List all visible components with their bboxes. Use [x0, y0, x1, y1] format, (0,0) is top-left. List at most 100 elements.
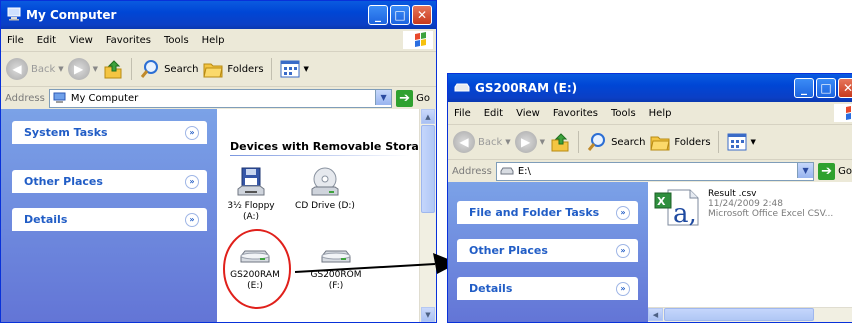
menu-file[interactable]: File — [7, 35, 24, 46]
explorer-body: File and Folder Tasks » Other Places » D… — [448, 182, 852, 322]
chevron-down-icon[interactable]: ▼ — [797, 162, 814, 178]
menu-view[interactable]: View — [516, 108, 540, 119]
task-panel-other-places[interactable]: Other Places » — [457, 239, 638, 262]
chevron-down-icon: ▼ — [505, 138, 511, 146]
scroll-up-button[interactable]: ▲ — [421, 109, 435, 124]
chevron-down-icon: ▼ — [58, 65, 64, 73]
go-button[interactable]: ➔ Go — [818, 162, 852, 180]
chevron-down-icon[interactable]: » — [185, 174, 199, 189]
back-label: Back — [31, 63, 56, 75]
forward-arrow-icon: ▶ — [67, 58, 90, 80]
up-folder-icon — [104, 60, 122, 79]
views-button[interactable]: ▼ — [726, 131, 756, 153]
task-panel-system-tasks[interactable]: System Tasks » — [12, 121, 207, 144]
task-panel-label: File and Folder Tasks — [469, 206, 600, 219]
my-computer-icon — [7, 7, 21, 24]
scroll-thumb[interactable] — [664, 308, 814, 321]
address-bar: Address My Computer ▼ ➔ Go — [1, 87, 436, 110]
maximize-button[interactable]: □ — [816, 78, 836, 98]
chevron-down-icon[interactable]: ▼ — [375, 89, 392, 105]
search-button[interactable]: Search — [586, 131, 645, 153]
drive-letter: (A:) — [242, 212, 260, 222]
task-panel-file-and-folder-tasks[interactable]: File and Folder Tasks » — [457, 201, 638, 224]
forward-button[interactable]: ▶ ▼ — [67, 58, 98, 80]
folders-button[interactable]: Folders — [202, 58, 264, 80]
go-button[interactable]: ➔ Go — [396, 89, 430, 107]
menu-file[interactable]: File — [454, 108, 471, 119]
toolbar: ◀ Back ▼ ▶ ▼ Search Folders ▼ — [448, 125, 852, 160]
my-computer-icon — [53, 92, 66, 103]
back-button[interactable]: ◀ Back ▼ — [453, 131, 511, 153]
back-arrow-icon: ◀ — [6, 58, 28, 80]
file-item-result-csv[interactable]: a, X Result .csv 11/24/2009 2:48 Microso… — [654, 187, 833, 227]
task-panel-details[interactable]: Details » — [457, 277, 638, 300]
menu-help[interactable]: Help — [649, 108, 672, 119]
menu-help[interactable]: Help — [202, 35, 225, 46]
task-pane: System Tasks » Other Places » Details » — [1, 109, 217, 322]
forward-button[interactable]: ▶ ▼ — [514, 131, 546, 153]
drive-cd-d[interactable]: CD Drive (D:) — [289, 167, 361, 212]
menu-bar: File Edit View Favorites Tools Help — [448, 102, 852, 125]
excel-csv-file-icon: a, X — [654, 189, 699, 227]
scroll-down-button[interactable]: ▼ — [421, 307, 435, 322]
task-panel-details[interactable]: Details » — [12, 208, 207, 231]
task-panel-other-places[interactable]: Other Places » — [12, 170, 207, 193]
scroll-thumb[interactable] — [421, 125, 435, 213]
drive-letter: (E:) — [247, 281, 263, 291]
menu-edit[interactable]: Edit — [37, 35, 56, 46]
address-value: E:\ — [517, 165, 531, 177]
drive-label: GS200RAM — [230, 270, 280, 280]
go-arrow-icon: ➔ — [396, 89, 414, 107]
toolbar-separator — [131, 58, 133, 80]
title-bar[interactable]: My Computer _ □ ✕ — [1, 1, 436, 29]
menu-favorites[interactable]: Favorites — [106, 35, 151, 46]
svg-text:a,: a, — [673, 199, 697, 227]
minimize-button[interactable]: _ — [368, 5, 388, 25]
toolbar-separator — [717, 131, 719, 153]
chevron-down-icon[interactable]: » — [185, 125, 199, 140]
minimize-button[interactable]: _ — [794, 78, 814, 98]
menu-tools[interactable]: Tools — [164, 35, 189, 46]
menu-bar: File Edit View Favorites Tools Help — [1, 29, 436, 52]
chevron-down-icon[interactable]: » — [616, 205, 630, 220]
views-button[interactable]: ▼ — [279, 58, 309, 80]
search-icon — [140, 60, 159, 78]
scroll-left-button[interactable]: ◀ — [648, 308, 663, 321]
back-label: Back — [478, 136, 503, 148]
views-icon — [280, 60, 300, 78]
menu-view[interactable]: View — [69, 35, 93, 46]
chevron-down-icon[interactable]: » — [616, 281, 630, 296]
menu-edit[interactable]: Edit — [484, 108, 503, 119]
search-button[interactable]: Search — [139, 58, 198, 80]
horizontal-scrollbar[interactable]: ◀ — [648, 307, 852, 322]
up-folder-button[interactable] — [549, 131, 571, 153]
chevron-down-icon[interactable]: » — [616, 243, 630, 258]
address-input[interactable]: E:\ ▼ — [495, 161, 815, 181]
chevron-down-icon[interactable]: » — [185, 212, 199, 227]
drive-floppy-a[interactable]: 3½ Floppy (A:) — [225, 167, 277, 223]
search-icon — [587, 133, 606, 151]
chevron-down-icon: ▼ — [539, 138, 546, 146]
up-folder-button[interactable] — [102, 58, 124, 80]
toolbar-separator — [578, 131, 580, 153]
title-bar[interactable]: GS200RAM (E:) _ □ ✕ — [448, 74, 852, 102]
maximize-button[interactable]: □ — [390, 5, 410, 25]
forward-arrow-icon: ▶ — [514, 131, 537, 153]
vertical-scrollbar[interactable]: ▲ ▼ — [419, 109, 436, 322]
folders-button[interactable]: Folders — [649, 131, 711, 153]
window-title: GS200RAM (E:) — [475, 81, 578, 95]
address-label: Address — [5, 92, 45, 104]
close-button[interactable]: ✕ — [838, 78, 852, 98]
close-button[interactable]: ✕ — [412, 5, 432, 25]
address-input[interactable]: My Computer ▼ — [48, 88, 393, 108]
task-panel-label: Other Places — [24, 175, 103, 188]
drive-gs200ram-e[interactable]: GS200RAM (E:) — [228, 246, 282, 292]
back-button[interactable]: ◀ Back ▼ — [6, 58, 64, 80]
task-panel-label: Other Places — [469, 244, 548, 257]
menu-favorites[interactable]: Favorites — [553, 108, 598, 119]
removable-drive-icon — [454, 81, 470, 96]
svg-text:X: X — [657, 195, 666, 208]
menu-tools[interactable]: Tools — [611, 108, 636, 119]
file-date: 11/24/2009 2:48 — [708, 199, 783, 209]
chevron-down-icon: ▼ — [303, 65, 309, 73]
